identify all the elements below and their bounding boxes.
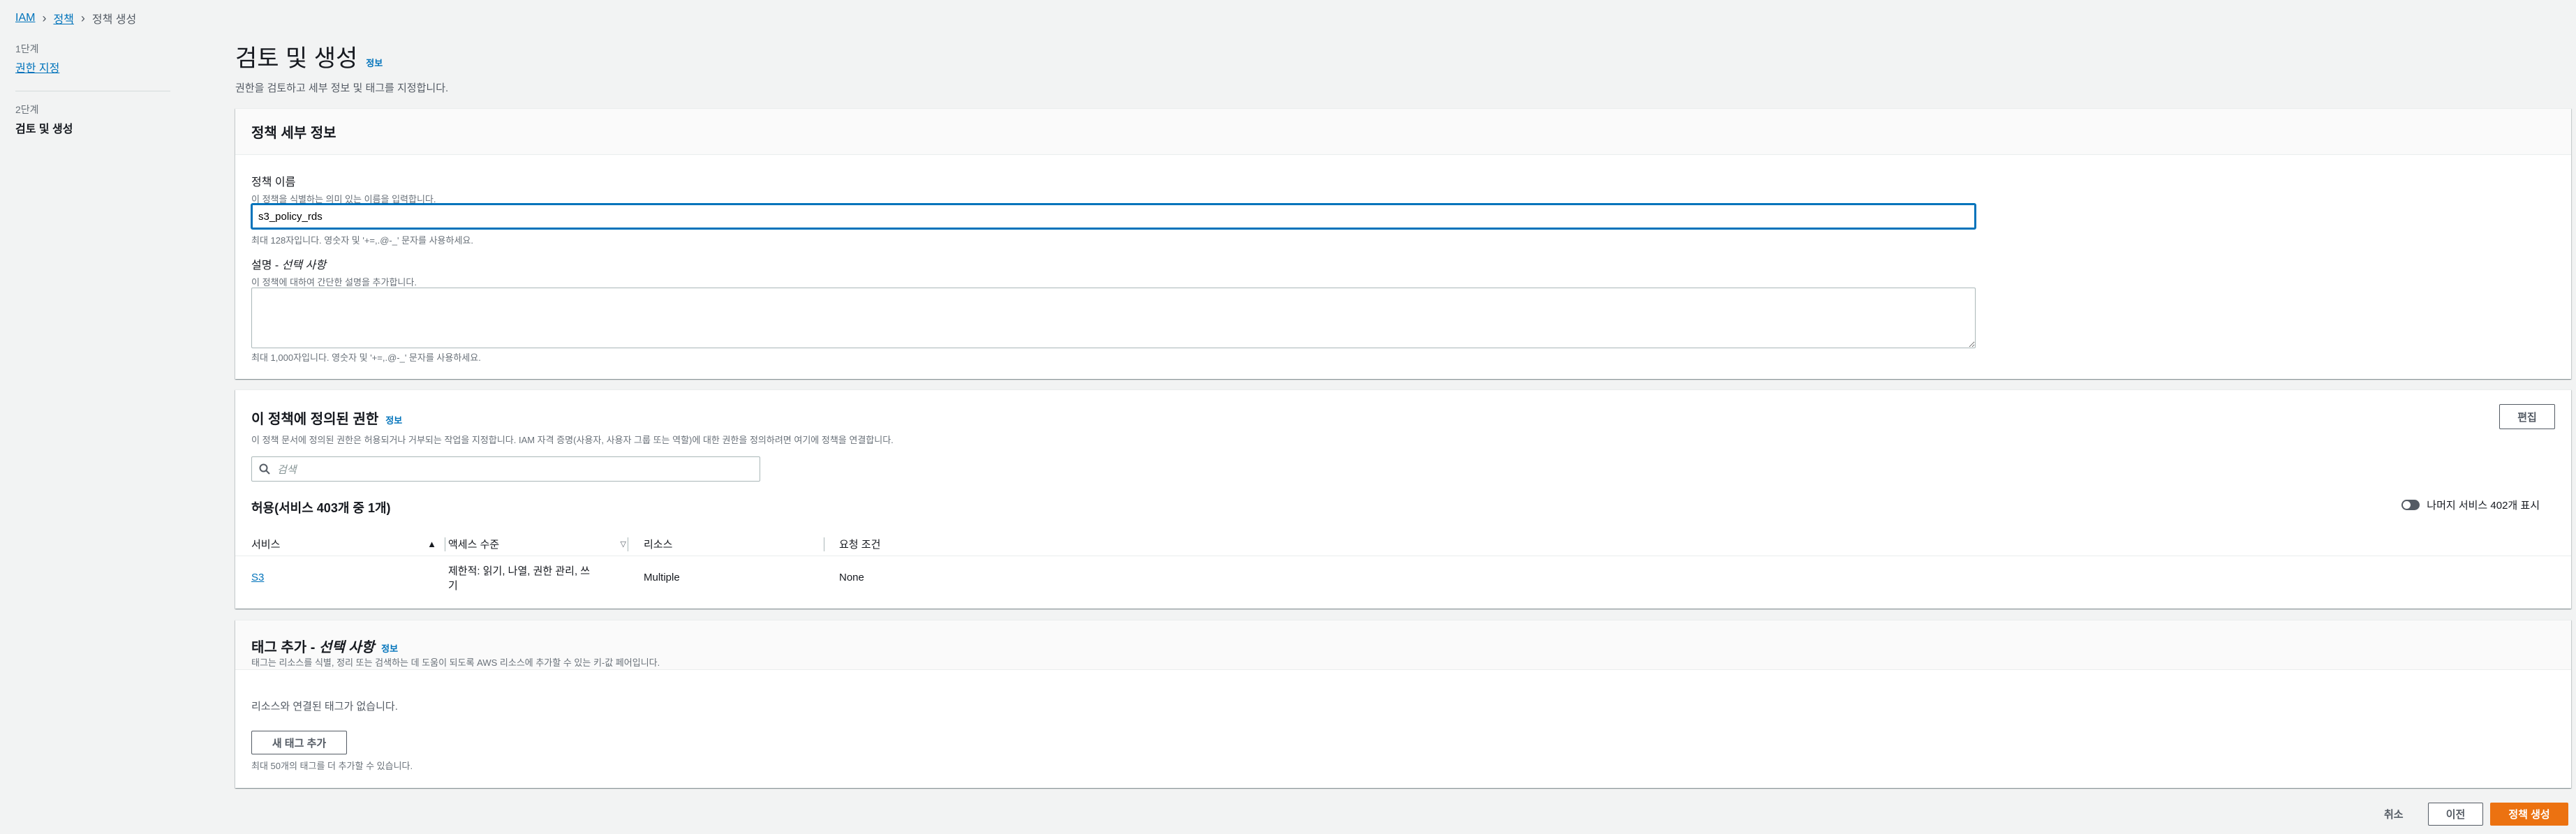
condition-cell: None [839, 572, 864, 583]
allow-heading: 허용(서비스 403개 중 1개) [251, 501, 391, 515]
description-textarea[interactable] [251, 288, 1976, 348]
chevron-right-icon: › [42, 10, 47, 25]
resource-cell: Multiple [644, 572, 680, 583]
sort-ascending-icon: ▲ [427, 538, 436, 549]
policy-name-input[interactable] [251, 204, 1976, 229]
permissions-table-header: 서비스 ▲ 액세스 수준 ▽ 리소스 요청 조건 [235, 532, 2571, 556]
column-condition: 요청 조건 [839, 532, 880, 556]
access-level-line-2: 기 [448, 580, 458, 592]
description-constraint: 최대 1,000자입니다. 영숫자 및 '+=,.@-_' 문자를 사용하세요. [251, 352, 481, 363]
breadcrumb-policies[interactable]: 정책 [53, 10, 73, 27]
column-service-label: 서비스 [251, 538, 281, 551]
add-tag-button[interactable]: 새 태그 추가 [251, 731, 347, 754]
tags-optional-label: 선택 사항 [318, 640, 375, 655]
permissions-description: 이 정책 문서에 정의된 권한은 허용되거나 거부되는 작업을 지정합니다. I… [251, 435, 894, 445]
permissions-panel: 이 정책에 정의된 권한 정보 이 정책 문서에 정의된 권한은 허용되거나 거… [235, 389, 2571, 609]
tags-description: 태그는 리소스를 식별, 정리 또는 검색하는 데 도움이 되도록 AWS 리소… [251, 657, 660, 668]
search-icon [259, 463, 270, 475]
column-condition-label: 요청 조건 [839, 538, 881, 551]
tags-empty-message: 리소스와 연결된 태그가 없습니다. [251, 701, 398, 713]
permissions-title: 이 정책에 정의된 권한 [251, 412, 379, 427]
policy-details-panel: 정책 세부 정보 정책 이름 이 정책을 식별하는 의미 있는 이름을 입력합니… [235, 108, 2571, 379]
search-input[interactable]: 검색 [251, 456, 760, 482]
column-access-level[interactable]: 액세스 수준 ▽ [448, 532, 626, 556]
column-resource: 리소스 [644, 532, 672, 556]
policy-name-constraint: 최대 128자입니다. 영숫자 및 '+=,.@-_' 문자를 사용하세요. [251, 235, 473, 246]
show-remaining-toggle[interactable] [2401, 500, 2420, 510]
permissions-info-link[interactable]: 정보 [385, 413, 402, 426]
show-remaining-label: 나머지 서비스 402개 표시 [2427, 500, 2540, 512]
page-header: 검토 및 생성 정보 권한을 검토하고 세부 정보 및 태그를 지정합니다. [235, 39, 2571, 95]
tags-info-link[interactable]: 정보 [381, 641, 398, 655]
policy-name-label: 정책 이름 [251, 177, 296, 188]
cancel-button[interactable]: 취소 [2384, 807, 2404, 821]
access-level-line-1: 제한적: 읽기, 나열, 권한 관리, 쓰 [448, 565, 591, 577]
column-service[interactable]: 서비스 ▲ [251, 532, 436, 556]
previous-button[interactable]: 이전 [2428, 803, 2483, 826]
page-description: 권한을 검토하고 세부 정보 및 태그를 지정합니다. [235, 82, 449, 94]
sort-icon: ▽ [620, 539, 626, 549]
page-info-link[interactable]: 정보 [366, 56, 383, 69]
policy-details-title: 정책 세부 정보 [251, 126, 336, 141]
breadcrumb-current: 정책 생성 [91, 14, 137, 26]
service-link-s3[interactable]: S3 [251, 572, 264, 583]
step-1-number: 1단계 [15, 43, 39, 54]
description-hint: 이 정책에 대하여 간단한 설명을 추가합니다. [251, 277, 417, 288]
search-placeholder: 검색 [277, 463, 297, 476]
access-level-cell: 제한적: 읽기, 나열, 권한 관리, 쓰 기 [448, 564, 590, 593]
page-title: 검토 및 생성 [235, 45, 358, 72]
breadcrumb: IAM › 정책 › 정책 생성 [15, 10, 136, 27]
step-2-current: 검토 및 생성 [15, 124, 73, 135]
tags-limit: 최대 50개의 태그를 더 추가할 수 있습니다. [251, 761, 413, 771]
column-resource-label: 리소스 [644, 538, 673, 551]
edit-button[interactable]: 편집 [2499, 404, 2555, 429]
description-label: 설명 - [251, 260, 282, 271]
step-1-link[interactable]: 권한 지정 [15, 59, 170, 75]
description-optional-label: 선택 사항 [281, 260, 326, 271]
column-access-label: 액세스 수준 [448, 538, 500, 551]
table-row: S3 제한적: 읽기, 나열, 권한 관리, 쓰 기 Multiple None [235, 556, 2571, 604]
wizard-steps: 1단계 권한 지정 2단계 검토 및 생성 [15, 42, 170, 136]
tags-panel: 태그 추가 - 선택 사항 정보 태그는 리소스를 식별, 정리 또는 검색하는… [235, 620, 2571, 788]
create-policy-button[interactable]: 정책 생성 [2490, 803, 2568, 826]
tags-title: 태그 추가 - [251, 640, 319, 655]
breadcrumb-iam[interactable]: IAM [15, 12, 35, 24]
step-2-number: 2단계 [15, 104, 39, 115]
chevron-right-icon: › [80, 10, 85, 25]
